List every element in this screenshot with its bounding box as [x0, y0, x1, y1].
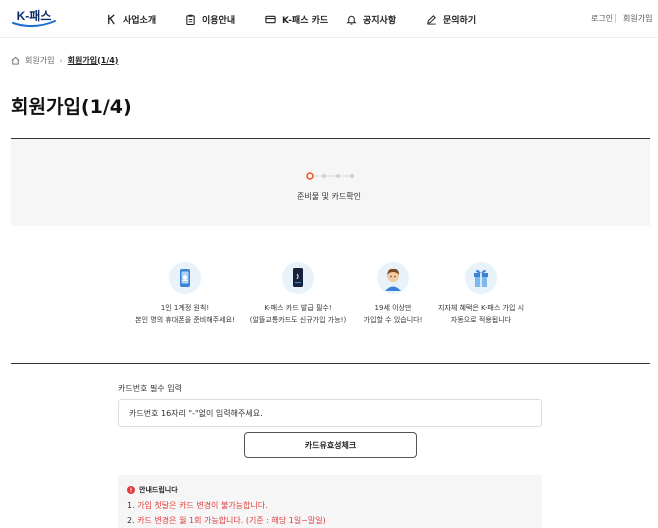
login-link[interactable]: 로그인: [591, 13, 613, 24]
card-icon: [265, 15, 276, 23]
card-validity-check-button[interactable]: 카드유효성체크: [244, 432, 417, 458]
step-indicator: [306, 172, 354, 180]
nav-item-card[interactable]: K-패스 카드: [265, 11, 328, 27]
nav-label: 문의하기: [443, 15, 477, 26]
feature-phone: 1인 1계정 원칙! 본인 명의 휴대폰을 준비해주세요!: [120, 262, 250, 326]
pencil-icon: [427, 14, 436, 25]
gift-icon: [465, 262, 497, 294]
nav-item-business[interactable]: 사업소개: [106, 11, 156, 27]
util-divider: [615, 14, 616, 23]
alert-icon: [127, 486, 135, 494]
card-icon: [282, 262, 314, 294]
phone-icon: [169, 262, 201, 294]
nav-label: 사업소개: [123, 15, 157, 26]
nav-item-contact[interactable]: 문의하기: [426, 11, 476, 27]
feature-line: 1인 1계정 원칙!: [160, 304, 210, 312]
notice-item: 2. 카드 변경은 월 1회 가능합니다. (기준 : 해당 1일~말일): [127, 515, 326, 526]
card-number-label: 카드번호 필수 입력: [118, 384, 182, 393]
feature-benefit: 지자체 혜택은 K-패스 가입 시자동으로 적용됩니다: [416, 262, 546, 326]
notice-item-text: 카드 변경은 월 1회 가능합니다. (기준 : 해당 1일~말일): [137, 516, 326, 525]
nav-label: 공지사항: [363, 15, 397, 26]
breadcrumb: 회원가입 › 회원가입(1/4): [11, 54, 118, 66]
breadcrumb-parent[interactable]: 회원가입: [25, 55, 54, 66]
nav-item-guide[interactable]: 이용안내: [185, 11, 235, 27]
notice-item-number: 1.: [127, 501, 135, 510]
page-title: 회원가입(1/4): [11, 96, 132, 118]
step-dot-active: [306, 172, 314, 180]
notice-item-text: 가입 첫달은 카드 변경이 불가능합니다.: [137, 501, 268, 510]
feature-line: 자동으로 적용됩니다: [450, 316, 512, 324]
notice-item-number: 2.: [127, 516, 135, 525]
home-icon[interactable]: [11, 56, 20, 65]
step-dot: [322, 174, 326, 178]
k-logo-icon: [108, 13, 115, 24]
chevron-right-icon: ›: [59, 55, 63, 65]
bell-icon: [346, 15, 357, 25]
nav-label: 이용안내: [202, 15, 236, 26]
notice-item: 1. 가입 첫달은 카드 변경이 불가능합니다.: [127, 500, 268, 511]
card-number-input[interactable]: [118, 399, 542, 427]
nav-label: K-패스 카드: [282, 15, 329, 26]
step-dot: [336, 174, 340, 178]
logo-text: K-패스: [17, 9, 52, 23]
signup-link[interactable]: 회원가입: [623, 13, 652, 24]
clipboard-icon: [186, 14, 195, 25]
breadcrumb-current[interactable]: 회원가입(1/4): [68, 55, 119, 66]
k-pass-logo[interactable]: K-패스: [11, 7, 57, 29]
nav-item-notice[interactable]: 공지사항: [346, 11, 396, 27]
section-divider: [11, 363, 650, 364]
notice-title-text: 안내드립니다: [139, 486, 178, 494]
feature-line: 본인 명의 휴대폰을 준비해주세요!: [135, 316, 235, 324]
notice-box: 안내드립니다 1. 가입 첫달은 카드 변경이 불가능합니다. 2. 카드 변경…: [118, 475, 542, 528]
notice-title: 안내드립니다: [127, 485, 178, 495]
step-panel: [11, 139, 650, 226]
feature-line: 지자체 혜택은 K-패스 가입 시: [437, 304, 525, 312]
person-icon: [377, 262, 409, 294]
step-label: 준비물 및 카드확인: [297, 192, 361, 201]
site-header: K-패스 사업소개 이용안내 K-패스 카드 공지사항 문의하기 로그인 회원가…: [0, 0, 658, 38]
step-dot: [350, 174, 354, 178]
